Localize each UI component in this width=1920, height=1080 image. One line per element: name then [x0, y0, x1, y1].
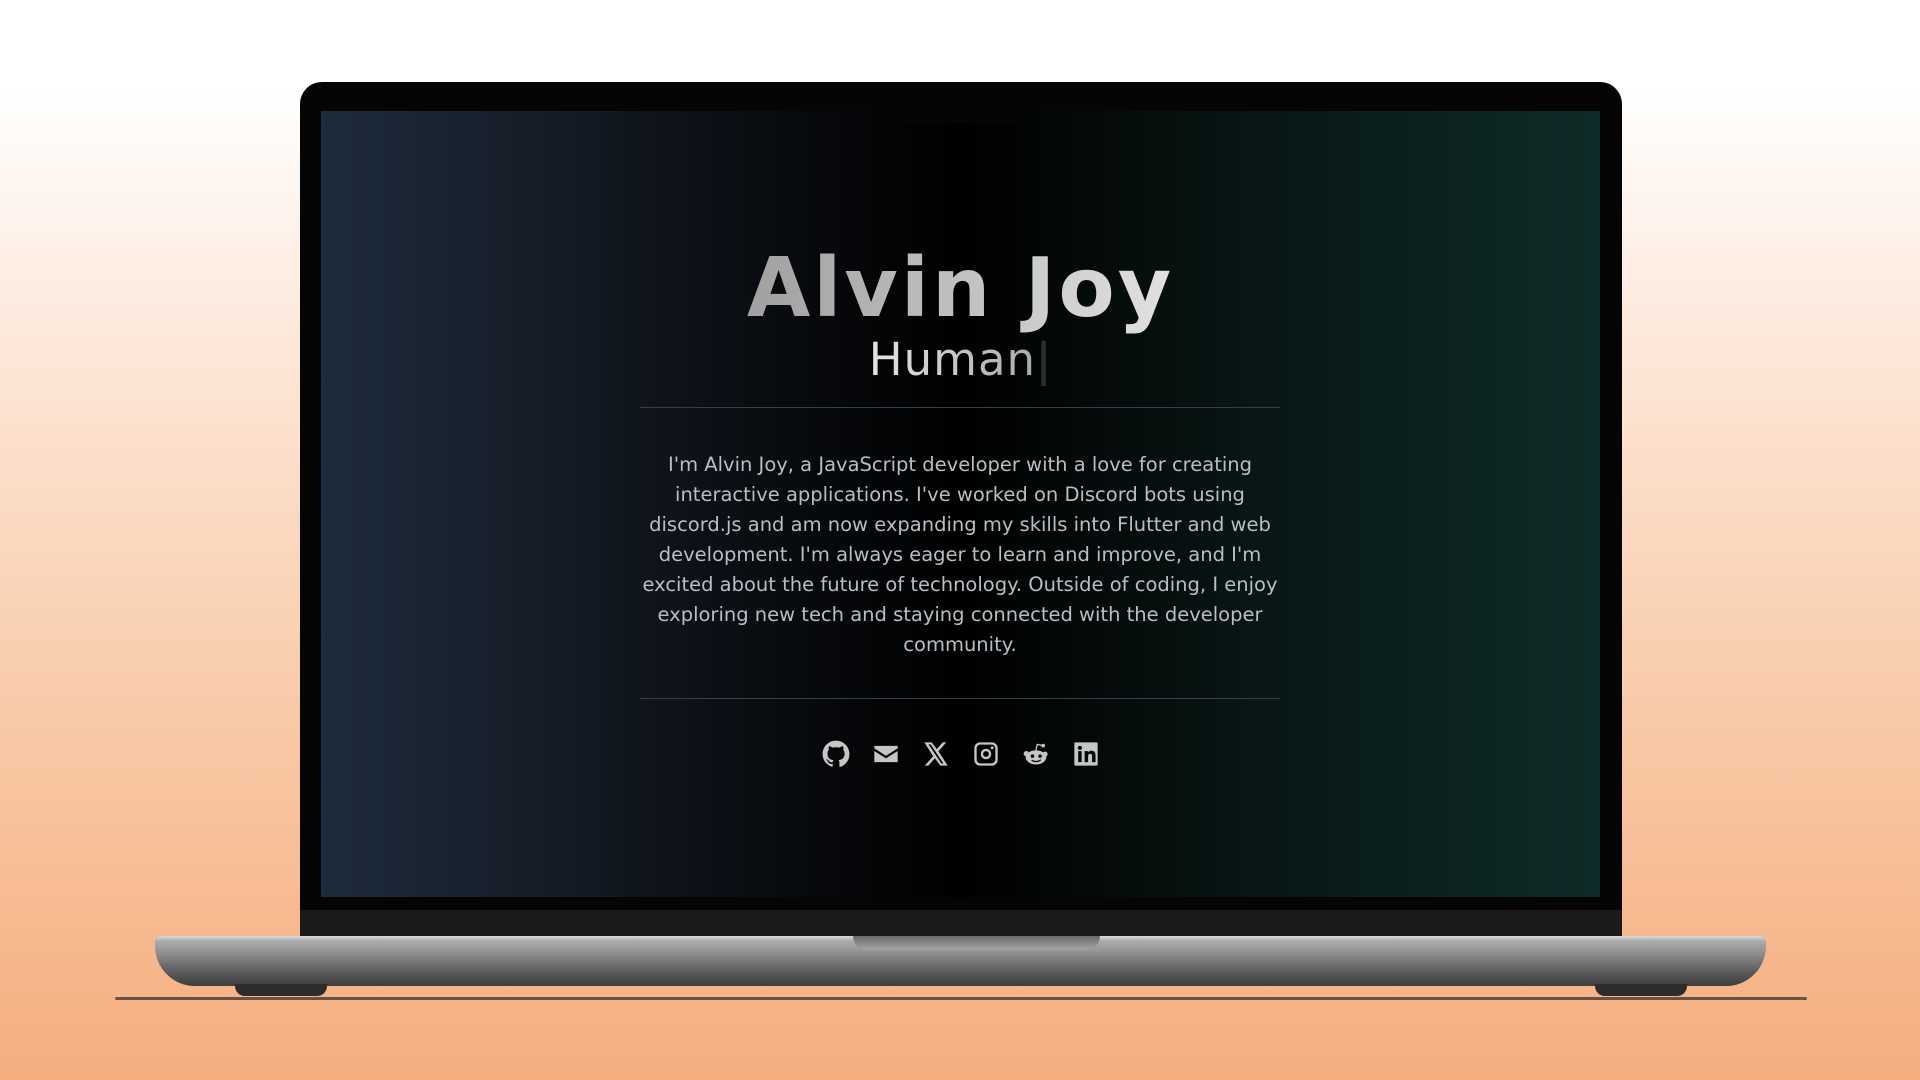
linkedin-icon [1072, 740, 1100, 772]
typing-cursor: | [1036, 333, 1053, 386]
linkedin-link[interactable] [1071, 741, 1101, 771]
reddit-link[interactable] [1021, 741, 1051, 771]
laptop-screen: Alvin Joy Human| I'm Alvin Joy, a JavaSc… [321, 111, 1600, 897]
typing-role-text: Human| [321, 333, 1600, 386]
social-links [321, 740, 1600, 772]
laptop-bezel-bottom [300, 910, 1622, 938]
x-twitter-icon [922, 740, 950, 772]
camera-notch [890, 110, 1030, 124]
laptop-opening-notch [853, 936, 1100, 950]
github-icon [822, 740, 850, 772]
laptop-foot-left [235, 984, 327, 996]
instagram-link[interactable] [971, 741, 1001, 771]
role-text: Human [868, 333, 1037, 386]
divider-top [640, 407, 1280, 408]
instagram-icon [972, 740, 1000, 772]
bio-paragraph: I'm Alvin Joy, a JavaScript developer wi… [642, 453, 1278, 656]
hero-name: Alvin Joy [321, 241, 1600, 336]
laptop-shadow [115, 997, 1807, 1000]
laptop-foot-right [1595, 984, 1687, 996]
x-twitter-link[interactable] [921, 741, 951, 771]
reddit-icon [1022, 740, 1050, 772]
github-link[interactable] [821, 740, 851, 772]
email-link[interactable] [871, 741, 901, 771]
laptop-mockup: Alvin Joy Human| I'm Alvin Joy, a JavaSc… [0, 0, 1920, 1080]
divider-bottom [640, 698, 1280, 699]
email-icon [872, 740, 900, 772]
